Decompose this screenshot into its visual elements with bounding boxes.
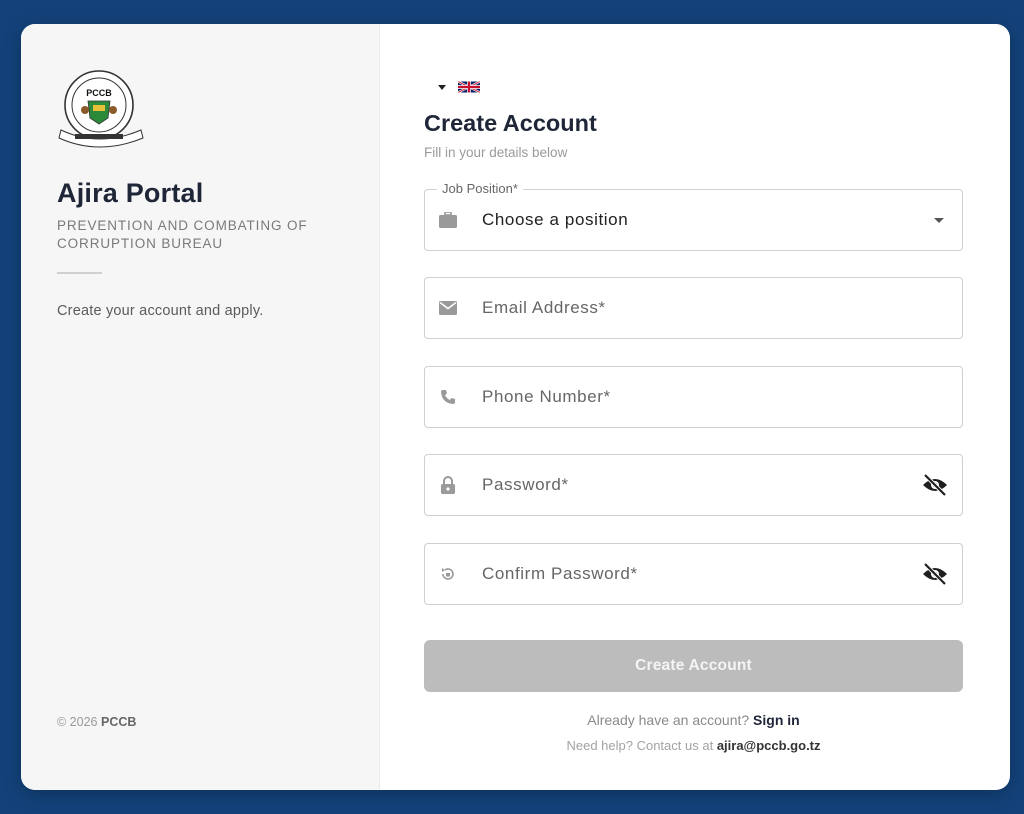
password-field[interactable]: Password* xyxy=(424,454,963,516)
copyright-year: © 2026 xyxy=(57,715,98,729)
phone-placeholder: Phone Number* xyxy=(482,387,611,406)
briefcase-icon xyxy=(439,211,457,229)
organization-name: PREVENTION AND COMBATING OF CORRUPTION B… xyxy=(57,218,308,251)
signin-prompt: Already have an account? Sign in xyxy=(424,712,963,728)
confirm-password-field[interactable]: Confirm Password* xyxy=(424,543,963,605)
create-account-button[interactable]: Create Account xyxy=(424,640,963,692)
form-title: Create Account xyxy=(424,110,597,136)
confirm-password-placeholder: Confirm Password* xyxy=(482,564,638,583)
lock-icon xyxy=(439,476,457,494)
eye-off-icon[interactable] xyxy=(922,472,948,498)
job-position-select[interactable]: Job Position* Choose a position xyxy=(424,181,963,251)
chevron-down-icon xyxy=(438,84,446,90)
signin-prompt-text: Already have an account? xyxy=(587,712,750,728)
job-position-value: Choose a position xyxy=(482,210,629,229)
copyright-org: PCCB xyxy=(100,715,137,729)
tagline: Create your account and apply. xyxy=(57,303,264,319)
logo-text: PCCB xyxy=(86,88,112,98)
portal-title: Ajira Portal xyxy=(57,178,204,208)
chevron-down-icon xyxy=(934,217,944,223)
language-selector[interactable] xyxy=(438,80,480,94)
signup-card: PCCB Ajira Portal PREVENTION AND COMBATI… xyxy=(21,24,1010,790)
form-panel: Create Account Fill in your details belo… xyxy=(380,24,1010,790)
form-subtitle: Fill in your details below xyxy=(424,145,568,160)
signin-link[interactable]: Sign in xyxy=(753,712,800,728)
email-icon xyxy=(439,299,457,317)
uk-flag-icon xyxy=(458,81,480,93)
email-field[interactable]: Email Address* xyxy=(424,277,963,339)
password-placeholder: Password* xyxy=(482,475,569,494)
help-email-link[interactable]: ajira@pccb.go.tz xyxy=(717,738,821,753)
copyright: © 2026 PCCB xyxy=(57,715,136,729)
divider xyxy=(57,272,102,274)
phone-icon xyxy=(439,388,457,406)
pccb-logo: PCCB xyxy=(58,70,144,148)
eye-off-icon[interactable] xyxy=(922,561,948,587)
job-position-label: Job Position* xyxy=(437,181,523,197)
lock-reset-icon xyxy=(439,565,457,583)
brand-panel: PCCB Ajira Portal PREVENTION AND COMBATI… xyxy=(21,24,380,790)
help-line: Need help? Contact us at ajira@pccb.go.t… xyxy=(424,738,963,753)
email-placeholder: Email Address* xyxy=(482,298,606,317)
phone-field[interactable]: Phone Number* xyxy=(424,366,963,428)
help-prompt-text: Need help? Contact us at xyxy=(566,738,714,753)
